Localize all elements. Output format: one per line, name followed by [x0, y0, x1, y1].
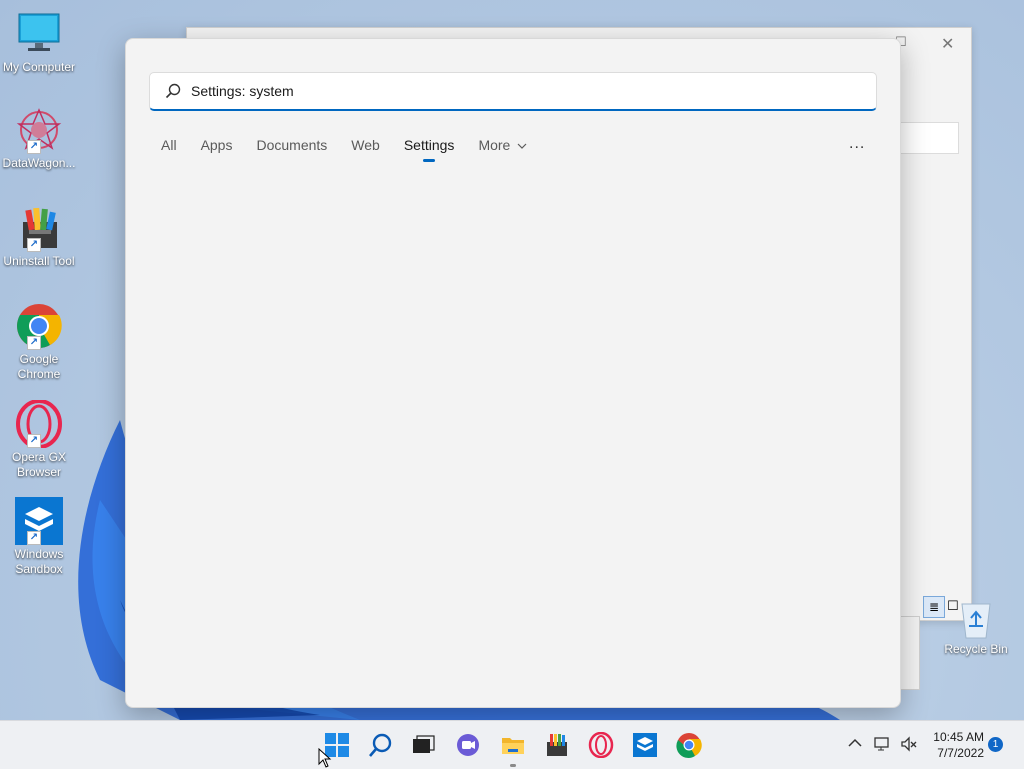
search-flyout: All Apps Documents Web Settings More ...	[125, 38, 901, 708]
task-view-icon[interactable]	[410, 732, 436, 758]
desktop-icon-windows-sandbox[interactable]: ↗ Windows Sandbox	[2, 497, 76, 577]
tab-more[interactable]: More	[478, 137, 527, 153]
tab-apps[interactable]: Apps	[201, 137, 233, 153]
chevron-up-icon[interactable]	[848, 738, 862, 748]
desktop-icon-datawagon[interactable]: ↗ DataWagon...	[2, 106, 76, 171]
recycle-bin-icon	[961, 603, 991, 639]
close-icon[interactable]: ✕	[941, 34, 954, 54]
tab-all[interactable]: All	[161, 137, 177, 153]
desktop-icon-uninstall-tool[interactable]: ↗ Uninstall Tool	[2, 204, 76, 269]
desktop-icon-label: DataWagon...	[2, 156, 76, 170]
desktop-icon-label: Opera GX Browser	[11, 450, 67, 479]
search-filter-tabs: All Apps Documents Web Settings More	[161, 137, 551, 162]
running-indicator	[510, 764, 516, 767]
desktop-icon-label: Windows Sandbox	[14, 547, 64, 576]
recycle-bin-label: Recycle Bin	[944, 642, 1008, 656]
search-icon[interactable]	[368, 732, 394, 758]
tab-more-label: More	[478, 137, 511, 153]
desktop-icon-label: Google Chrome	[17, 352, 61, 381]
search-input[interactable]	[191, 83, 876, 99]
taskbar-clock[interactable]: 10:45 AM 7/7/2022	[928, 729, 984, 761]
chat-icon[interactable]	[455, 732, 481, 758]
volume-muted-icon[interactable]	[900, 735, 918, 753]
clock-date: 7/7/2022	[937, 746, 984, 760]
monitor-icon	[18, 13, 60, 51]
windows-sandbox-icon[interactable]	[632, 732, 658, 758]
shortcut-arrow-icon: ↗	[27, 434, 41, 448]
mouse-cursor-icon	[318, 748, 332, 768]
shortcut-arrow-icon: ↗	[27, 336, 41, 350]
more-options-button[interactable]: ...	[849, 135, 865, 153]
shortcut-arrow-icon: ↗	[27, 140, 41, 154]
tab-documents[interactable]: Documents	[256, 137, 327, 153]
desktop-icon-opera-gx[interactable]: ↗ Opera GX Browser	[2, 399, 76, 480]
notification-badge[interactable]: 1	[988, 737, 1003, 752]
network-icon[interactable]	[874, 735, 892, 753]
uninstall-tool-icon[interactable]	[544, 732, 570, 758]
desktop-icon-label: My Computer	[2, 60, 76, 74]
opera-gx-icon[interactable]	[588, 732, 614, 758]
clock-time: 10:45 AM	[933, 730, 984, 744]
shortcut-arrow-icon: ↗	[27, 238, 41, 252]
desktop-icon-label: Uninstall Tool	[3, 254, 75, 268]
taskbar: 10:45 AM 7/7/2022 1	[0, 720, 1024, 769]
desktop-icon-google-chrome[interactable]: ↗ Google Chrome	[2, 302, 76, 382]
search-box[interactable]	[149, 72, 877, 111]
tab-web[interactable]: Web	[351, 137, 380, 153]
desktop: My Computer ↗ DataWagon... ↗ Uninstall T…	[0, 0, 1024, 720]
shortcut-arrow-icon: ↗	[27, 531, 41, 545]
file-explorer-icon[interactable]	[500, 732, 526, 758]
desktop-icon-my-computer[interactable]: My Computer	[2, 10, 76, 75]
search-icon	[165, 83, 181, 99]
chrome-icon[interactable]	[676, 732, 702, 758]
desktop-icon-recycle-bin[interactable]: Recycle Bin	[938, 596, 1014, 656]
explorer-search-field[interactable]	[899, 122, 959, 154]
tab-settings[interactable]: Settings	[404, 137, 454, 162]
chevron-down-icon	[517, 143, 527, 150]
